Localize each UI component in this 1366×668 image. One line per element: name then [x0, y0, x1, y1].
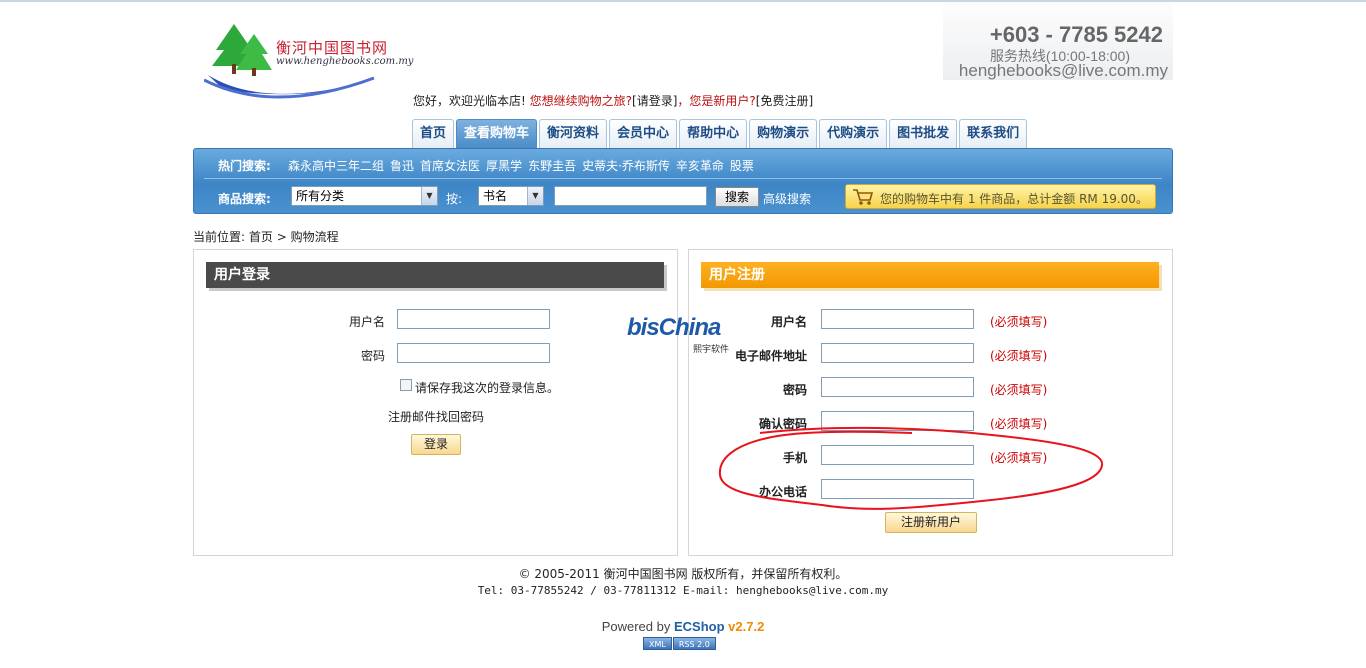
tab-wholesale[interactable]: 图书批发 — [889, 119, 958, 148]
hot-search-item[interactable]: 厚黑学 — [486, 157, 522, 174]
tab-member-center[interactable]: 会员中心 — [609, 119, 678, 148]
feed-badges: XML RSS 2.0 — [643, 637, 716, 650]
chevron-down-icon: ▼ — [421, 187, 437, 205]
welcome-new-user: ，您是新用户? — [677, 94, 756, 108]
powered-by: Powered by ECShop v2.7.2 — [0, 619, 1366, 634]
required-hint: (必须填写) — [990, 417, 1048, 431]
login-password-input[interactable] — [397, 343, 550, 363]
register-label-password: 密码 — [782, 383, 807, 397]
search-button[interactable]: 搜索 — [715, 187, 759, 207]
register-label-mobile: 手机 — [782, 451, 807, 465]
login-username-input[interactable] — [397, 309, 550, 329]
hot-search-item[interactable]: 森永高中三年二组 — [288, 157, 384, 174]
footer-contact: Tel: 03-77855242 / 03-77811312 E-mail: h… — [477, 584, 889, 597]
register-confirm-password-input[interactable] — [821, 411, 974, 431]
contact-box: +603 - 7785 5242 服务热线(10:00-18:00) hengh… — [943, 2, 1173, 80]
login-password-label: 密码 — [360, 349, 385, 363]
register-panel-title: 用户注册 — [701, 262, 1159, 288]
register-label-office-phone: 办公电话 — [758, 485, 807, 499]
tab-view-cart[interactable]: 查看购物车 — [456, 119, 538, 148]
field-select-value: 书名 — [483, 189, 508, 203]
watermark-subtitle: 熙宇软件 — [693, 345, 730, 355]
breadcrumb-home[interactable]: 首页 — [249, 230, 273, 244]
rss-badge[interactable]: RSS 2.0 — [672, 637, 716, 650]
breadcrumb-prefix: 当前位置: — [193, 230, 246, 244]
hot-search-item[interactable]: 鲁迅 — [390, 157, 414, 174]
watermark-logo-text: bisChina — [627, 314, 721, 341]
search-bar: 热门搜索: 森永高中三年二组 鲁迅 首席女法医 厚黑学 东野圭吾 史蒂夫·乔布斯… — [193, 148, 1173, 214]
welcome-bar: 您好，欢迎光临本店! 您想继续购物之旅?[请登录]，您是新用户?[免费注册] — [413, 92, 813, 109]
forgot-password-link[interactable]: 注册邮件找回密码 — [388, 408, 484, 425]
main-nav: 首页 查看购物车 衡河资料 会员中心 帮助中心 购物演示 代购演示 图书批发 联… — [412, 119, 1028, 149]
category-select[interactable]: 所有分类 ▼ — [291, 186, 438, 206]
xml-badge[interactable]: XML — [643, 637, 672, 650]
welcome-continue: 您想继续购物之旅? — [529, 94, 633, 108]
powered-version: v2.7.2 — [728, 619, 765, 634]
remember-checkbox[interactable] — [400, 379, 412, 391]
cart-summary[interactable]: 您的购物车中有 1 件商品，总计金额 RM 19.00。 — [845, 184, 1156, 209]
tab-henghe-info[interactable]: 衡河资料 — [539, 119, 608, 148]
site-logo[interactable]: 衡河中国图书网 www.henghebooks.com.my — [203, 20, 413, 102]
required-hint: (必须填写) — [990, 349, 1048, 363]
bischina-watermark: bisChina 熙宇软件 — [627, 314, 739, 356]
hot-search-item[interactable]: 史蒂夫·乔布斯传 — [582, 157, 670, 174]
contact-email: henghebooks@live.com.my — [958, 61, 1168, 80]
tab-proxy-demo[interactable]: 代购演示 — [819, 119, 888, 148]
register-link[interactable]: [免费注册] — [756, 94, 813, 108]
goods-search-label: 商品搜索: — [218, 192, 271, 206]
register-mobile-input[interactable] — [821, 445, 974, 465]
hot-search-list: 森永高中三年二组 鲁迅 首席女法医 厚黑学 东野圭吾 史蒂夫·乔布斯传 辛亥革命… — [288, 157, 754, 174]
register-label-confirm-password: 确认密码 — [758, 417, 807, 431]
register-password-input[interactable] — [821, 377, 974, 397]
field-select[interactable]: 书名 ▼ — [478, 186, 544, 206]
category-select-value: 所有分类 — [296, 189, 345, 203]
hot-search-item[interactable]: 股票 — [730, 157, 754, 174]
chevron-down-icon: ▼ — [527, 187, 543, 205]
logo-title: 衡河中国图书网 — [276, 39, 389, 57]
cart-summary-text: 您的购物车中有 1 件商品，总计金额 RM 19.00。 — [880, 192, 1148, 206]
required-hint: (必须填写) — [990, 315, 1048, 329]
contact-phone: +603 - 7785 5242 — [989, 22, 1163, 47]
tab-contact-us[interactable]: 联系我们 — [959, 119, 1028, 148]
register-username-input[interactable] — [821, 309, 974, 329]
remember-label: 请保存我这次的登录信息。 — [415, 381, 560, 395]
login-panel-title: 用户登录 — [206, 262, 664, 288]
keyword-input[interactable] — [554, 186, 707, 206]
login-panel: 用户登录 用户名 密码 请保存我这次的登录信息。 注册邮件找回密码 登录 — [193, 249, 678, 556]
welcome-greeting: 您好，欢迎光临本店! — [413, 94, 526, 108]
required-hint: (必须填写) — [990, 451, 1048, 465]
breadcrumb: 当前位置: 首页 > 购物流程 — [193, 228, 339, 245]
login-button[interactable]: 登录 — [411, 434, 461, 455]
hot-search-label: 热门搜索: — [218, 159, 271, 173]
login-link[interactable]: [请登录] — [632, 94, 677, 108]
shopping-cart-icon — [853, 189, 874, 205]
hot-search-item[interactable]: 东野圭吾 — [528, 157, 576, 174]
login-username-label: 用户名 — [348, 315, 385, 329]
required-hint: (必须填写) — [990, 383, 1048, 397]
register-panel: 用户注册 用户名 (必须填写) 电子邮件地址 (必须填写) 密码 (必须填写) … — [688, 249, 1173, 556]
tab-shopping-demo[interactable]: 购物演示 — [749, 119, 818, 148]
search-by-label: 按: — [446, 192, 463, 206]
ecshop-link[interactable]: ECShop — [674, 619, 725, 634]
footer-copyright: © 2005-2011 衡河中国图书网 版权所有，并保留所有权利。 — [518, 567, 848, 581]
hot-search-item[interactable]: 辛亥革命 — [676, 157, 724, 174]
logo-url: www.henghebooks.com.my — [276, 56, 414, 67]
tab-home[interactable]: 首页 — [412, 119, 455, 148]
breadcrumb-separator: > — [276, 230, 287, 244]
hot-search-item[interactable]: 首席女法医 — [420, 157, 480, 174]
register-office-phone-input[interactable] — [821, 479, 974, 499]
tab-help-center[interactable]: 帮助中心 — [679, 119, 748, 148]
powered-prefix: Powered by — [601, 619, 671, 634]
register-label-username: 用户名 — [770, 315, 807, 329]
breadcrumb-current: 购物流程 — [290, 230, 339, 244]
search-divider — [204, 178, 1162, 179]
advanced-search-link[interactable]: 高级搜索 — [763, 190, 811, 207]
register-email-input[interactable] — [821, 343, 974, 363]
register-label-email: 电子邮件地址 — [734, 349, 807, 363]
register-button[interactable]: 注册新用户 — [885, 512, 977, 533]
